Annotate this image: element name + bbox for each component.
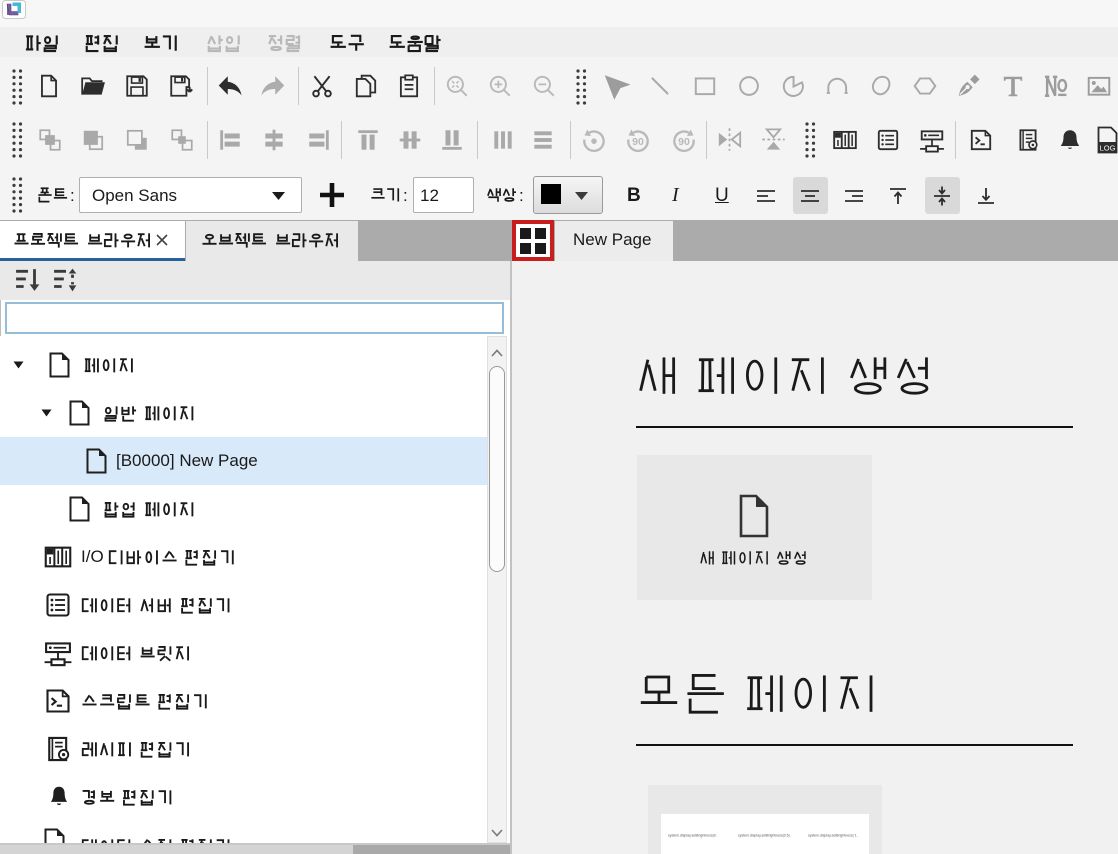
svg-text:LOG: LOG [1100,144,1116,153]
svg-text:90: 90 [678,136,690,148]
svg-text:90: 90 [632,136,644,148]
